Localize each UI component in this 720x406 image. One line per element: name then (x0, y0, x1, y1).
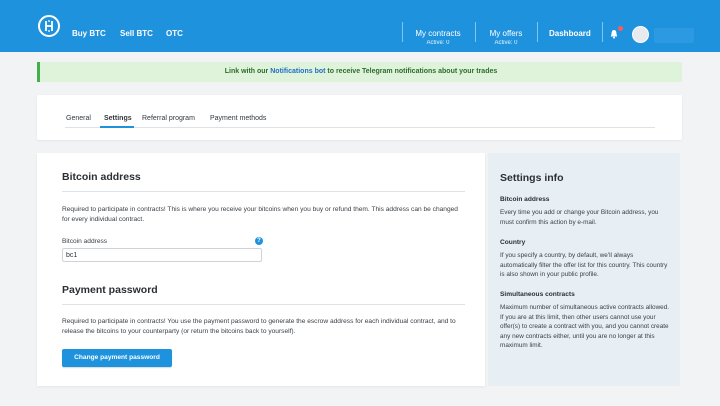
nav-dashboard[interactable]: Dashboard (549, 29, 591, 38)
nav-divider (402, 22, 403, 42)
nav-my-offers[interactable]: My offers Active: 0 (483, 29, 529, 46)
nav-divider (475, 22, 476, 42)
bitcoin-address-label: Bitcoin address (62, 238, 108, 245)
tab-settings[interactable]: Settings (104, 115, 132, 122)
info-heading-country: Country (500, 239, 526, 246)
settings-info-title: Settings info (500, 172, 564, 184)
nav-sell-btc[interactable]: Sell BTC (120, 29, 153, 38)
logo-icon[interactable] (38, 15, 60, 37)
tab-payment-methods[interactable]: Payment methods (210, 115, 266, 122)
bell-icon[interactable] (610, 29, 618, 39)
avatar[interactable] (632, 26, 649, 43)
settings-card: Bitcoin address Required to participate … (37, 153, 485, 386)
notice-prefix: Link with our (224, 68, 271, 75)
notification-badge (618, 26, 623, 31)
nav-buy-btc[interactable]: Buy BTC (72, 29, 106, 38)
nav-my-contracts-label: My contracts (415, 29, 461, 38)
bitcoin-address-title: Bitcoin address (62, 171, 141, 183)
user-menu[interactable] (654, 28, 694, 43)
bitcoin-address-input[interactable] (62, 248, 262, 262)
info-heading-bitcoin-address: Bitcoin address (500, 196, 550, 203)
nav-my-contracts[interactable]: My contracts Active: 0 (410, 29, 466, 46)
info-text-bitcoin-address: Every time you add or change your Bitcoi… (500, 209, 659, 226)
section-divider (62, 304, 465, 305)
tab-referral-program[interactable]: Referral program (142, 115, 195, 122)
settings-tabs: General Settings Referral program Paymen… (37, 95, 682, 140)
active-tab-indicator (100, 126, 134, 128)
info-text-country: If you specify a country, by default, we… (500, 252, 668, 278)
change-payment-password-button[interactable]: Change payment password (62, 349, 172, 367)
info-text-simultaneous-contracts: Maximum number of simultaneous active co… (500, 304, 670, 349)
notifications-bot-link[interactable]: Notifications bot (270, 68, 325, 75)
nav-my-offers-count: Active: 0 (494, 40, 518, 46)
telegram-notice-banner: Link with our Notifications bot to recei… (37, 62, 682, 82)
tabs-divider (65, 127, 655, 128)
tab-general[interactable]: General (66, 115, 91, 122)
top-navbar: Buy BTC Sell BTC OTC My contracts Active… (0, 0, 720, 52)
payment-password-description: Required to participate in contracts! Yo… (62, 318, 456, 335)
nav-my-offers-label: My offers (489, 29, 523, 38)
settings-info-panel: Settings info Bitcoin address Every time… (488, 153, 680, 386)
nav-divider (537, 22, 538, 42)
notice-suffix: to receive Telegram notifications about … (325, 68, 498, 75)
info-heading-simultaneous-contracts: Simultaneous contracts (500, 291, 575, 298)
payment-password-title: Payment password (62, 284, 158, 296)
section-divider (62, 191, 465, 192)
nav-my-contracts-count: Active: 0 (426, 40, 450, 46)
nav-otc[interactable]: OTC (166, 29, 183, 38)
nav-divider (602, 22, 603, 42)
help-icon[interactable]: ? (255, 237, 263, 245)
bitcoin-address-description: Required to participate in contracts! Th… (62, 206, 458, 223)
